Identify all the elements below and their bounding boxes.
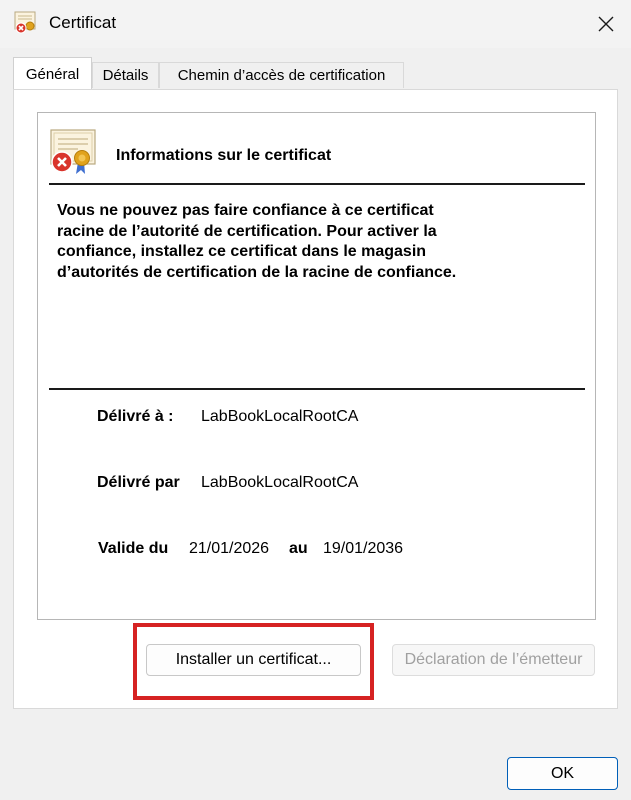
highlight-box [133, 623, 374, 700]
valid-to-label: au [289, 540, 308, 557]
tab-details[interactable]: Détails [92, 62, 159, 88]
issued-to-label: Délivré à : [97, 408, 174, 425]
issued-by-value: LabBookLocalRootCA [201, 474, 359, 491]
info-heading: Informations sur le certificat [116, 147, 332, 164]
close-icon [598, 16, 614, 32]
ok-button[interactable]: OK [507, 757, 618, 790]
valid-from-label: Valide du [98, 540, 169, 557]
certificate-error-icon [50, 129, 96, 174]
tab-strip: Général Détails Chemin d’accès de certif… [0, 56, 631, 92]
divider [49, 183, 585, 185]
valid-from-value: 21/01/2026 [189, 540, 270, 557]
issued-to-value: LabBookLocalRootCA [201, 408, 359, 425]
valid-to-value: 19/01/2036 [323, 540, 404, 557]
close-button[interactable] [586, 5, 626, 43]
certificate-error-icon [14, 11, 36, 34]
window-title: Certificat [49, 13, 117, 32]
tab-general[interactable]: Général [13, 57, 92, 89]
trust-warning-text: Vous ne pouvez pas faire confiance à ce … [57, 202, 457, 281]
title-bar: Certificat [0, 0, 631, 48]
divider [49, 388, 585, 390]
issuer-statement-button[interactable]: Déclaration de l’émetteur [392, 644, 595, 676]
tab-certification-path[interactable]: Chemin d’accès de certification [159, 62, 404, 88]
issued-by-label: Délivré par [97, 474, 180, 491]
